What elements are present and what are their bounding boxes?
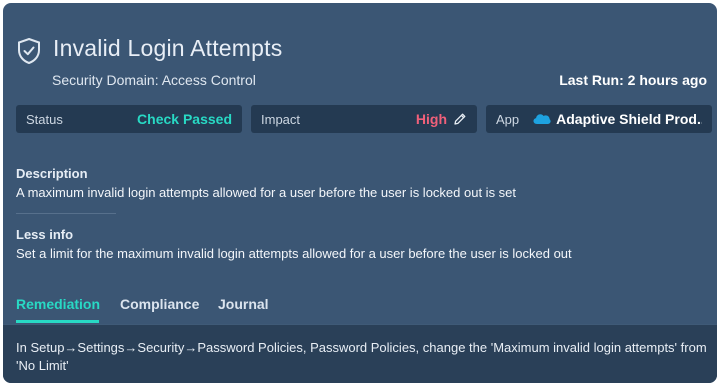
pencil-icon[interactable] [453, 112, 467, 126]
app-value: Adaptive Shield Prod... [556, 111, 702, 127]
remediation-text: In Setup→Settings→Security→Password Poli… [16, 340, 707, 373]
header: Invalid Login Attempts Security Domain: … [17, 35, 707, 95]
app-value-group: Adaptive Shield Prod... [533, 111, 702, 127]
page-title: Invalid Login Attempts [53, 35, 283, 61]
shield-check-icon [18, 38, 40, 64]
description-text: A maximum invalid login attempts allowed… [16, 185, 517, 200]
divider [16, 213, 116, 214]
less-info-section: Less info Set a limit for the maximum in… [16, 227, 572, 261]
description-section: Description A maximum invalid login atte… [16, 166, 516, 200]
status-card: Status Check Passed [16, 105, 242, 133]
security-domain-label: Security Domain: Access Control [52, 72, 256, 88]
summary-cards: Status Check Passed Impact High App Adap… [16, 105, 712, 133]
impact-label: Impact [261, 111, 301, 127]
description-heading: Description [16, 166, 88, 181]
tab-remediation[interactable]: Remediation [16, 296, 100, 312]
last-run-label: Last Run: 2 hours ago [559, 72, 707, 88]
tab-journal[interactable]: Journal [218, 296, 269, 312]
status-value: Check Passed [137, 111, 232, 127]
app-label: App [496, 111, 520, 127]
salesforce-cloud-icon [533, 114, 551, 124]
impact-card: Impact High [251, 105, 477, 133]
less-info-heading: Less info [16, 227, 74, 242]
status-label: Status [26, 111, 63, 127]
check-detail-panel: Invalid Login Attempts Security Domain: … [3, 3, 717, 383]
less-info-text: Set a limit for the maximum invalid logi… [16, 246, 572, 261]
active-tab-indicator [16, 320, 99, 323]
remediation-panel: In Setup→Settings→Security→Password Poli… [3, 324, 717, 383]
tab-compliance[interactable]: Compliance [120, 296, 199, 312]
app-card: App Adaptive Shield Prod... [486, 105, 712, 133]
impact-value-group: High [416, 111, 467, 127]
impact-value: High [415, 111, 447, 127]
